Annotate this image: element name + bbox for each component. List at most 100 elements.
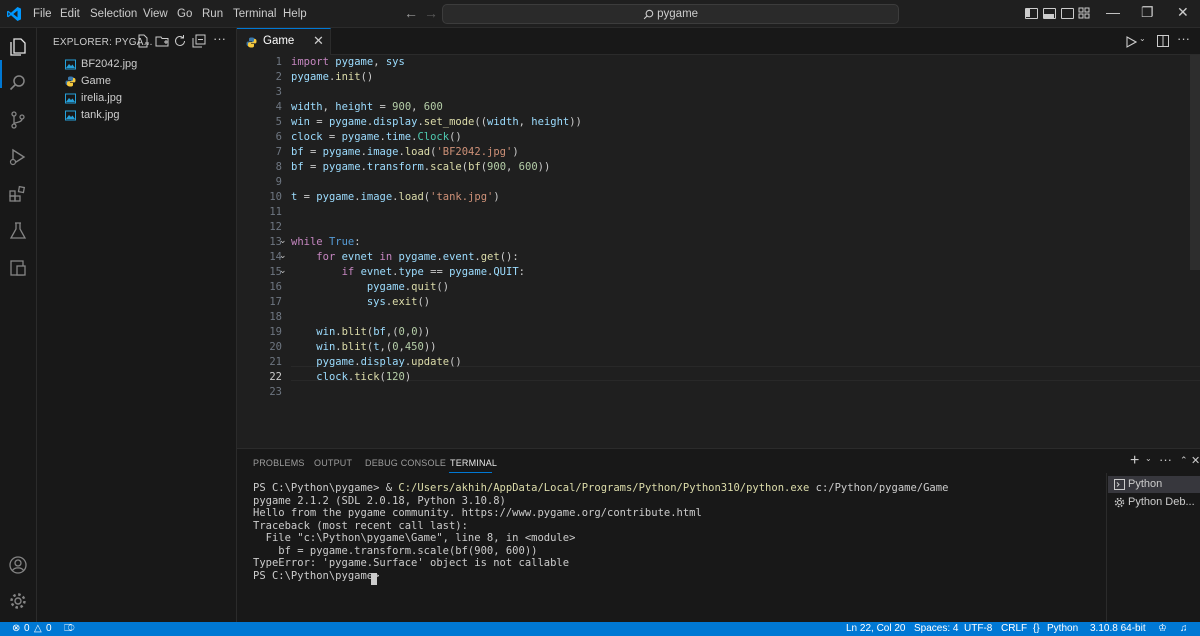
terminal-icon [1114,479,1125,490]
warning-count[interactable]: 0 [46,622,52,636]
cursor-position[interactable]: Ln 22, Col 20 [846,622,906,636]
command-center-search[interactable]: pygame [442,4,899,24]
search-icon[interactable] [8,73,28,93]
close-tab-icon[interactable]: ✕ [313,33,324,49]
refresh-icon[interactable] [173,34,187,48]
accounts-icon[interactable]: ♔ [1158,622,1167,636]
menu-file[interactable]: File [29,0,56,28]
run-debug-icon[interactable] [8,147,28,167]
menu-selection[interactable]: Selection [86,0,141,28]
maximize-panel-icon[interactable]: ⌃ [1180,455,1188,466]
terminal-line: bf = pygame.transform.scale(bf(900, 600)… [253,544,538,557]
menu-edit[interactable]: Edit [56,0,84,28]
fold-chevron-icon[interactable]: ⌄ [279,250,287,261]
run-python-file-icon[interactable] [1125,36,1137,48]
indentation[interactable]: Spaces: 4 [914,622,958,636]
menu-go[interactable]: Go [173,0,196,28]
chevron-down-icon[interactable]: ⌄ [1145,454,1152,463]
line-number: 15 [269,266,282,278]
fold-chevron-icon[interactable]: ⌄ [279,265,287,276]
file-item-game[interactable]: Game [37,73,236,90]
notifications-bell-icon[interactable]: ♫ [1180,622,1188,636]
more-actions-icon[interactable]: ··· [1159,452,1172,467]
line-number: 9 [275,176,282,188]
tab-debug-console[interactable]: DEBUG CONSOLE [365,458,446,468]
file-item-bf2042[interactable]: BF2042.jpg [37,56,236,73]
toggle-secondary-sidebar-icon[interactable] [1061,8,1074,19]
file-name: tank.jpg [81,109,120,121]
close-window-icon[interactable]: ✕ [1177,4,1189,21]
file-item-tank[interactable]: tank.jpg [37,107,236,124]
account-icon[interactable] [8,555,28,575]
line-number: 11 [269,206,282,218]
code-line: width, height = 900, 600 [291,101,443,113]
file-name: BF2042.jpg [81,58,138,70]
image-file-icon [65,59,76,70]
more-actions-icon[interactable]: ··· [1177,31,1190,46]
encoding[interactable]: UTF-8 [964,622,992,636]
terminal-line: File "c:\Python\pygame\Game", line 8, in… [253,532,576,544]
status-bar: ⊗ 0 △ 0 ⎄ Ln 22, Col 20 Spaces: 4 UTF-8 … [0,622,1200,636]
error-count[interactable]: 0 [24,622,30,636]
toggle-panel-icon[interactable] [1043,8,1056,19]
tab-problems[interactable]: PROBLEMS [253,458,305,468]
code-line: clock = pygame.time.Clock() [291,131,462,143]
warning-icon[interactable]: △ [34,622,42,636]
language-braces-icon[interactable]: {} [1033,622,1040,636]
back-arrow-icon[interactable]: ← [404,5,418,21]
file-name: irelia.jpg [81,92,122,104]
code-line: sys.exit() [366,296,431,308]
live-share-icon[interactable]: ⎄ [64,622,75,636]
error-icon[interactable]: ⊗ [12,622,20,636]
toggle-primary-sidebar-icon[interactable] [1025,8,1038,19]
extensions-icon[interactable] [8,184,28,204]
restore-icon[interactable]: ❐ [1141,4,1154,21]
menu-view[interactable]: View [139,0,172,28]
menu-terminal[interactable]: Terminal [229,0,280,28]
terminal-item-python-debug[interactable]: Python Deb... [1108,494,1200,511]
source-control-icon[interactable] [8,110,28,130]
active-indicator [0,60,2,88]
forward-arrow-icon[interactable]: → [424,5,438,21]
new-folder-icon[interactable] [155,34,169,48]
menu-run[interactable]: Run [198,0,227,28]
line-number: 14 [269,251,282,263]
code-line: t = pygame.image.load('tank.jpg') [291,191,500,203]
tab-terminal[interactable]: TERMINAL [450,458,497,468]
split-editor-icon[interactable] [1157,35,1169,47]
settings-gear-icon[interactable] [8,591,28,611]
search-label: pygame [657,8,699,20]
new-terminal-icon[interactable]: + [1130,452,1139,470]
new-file-icon[interactable] [136,34,150,48]
explorer-icon[interactable] [8,37,28,57]
code-editor[interactable]: 1 2 3 4 5 6 7 8 9 10 11 12 13 14 15 16 17 18 19 20 21 22 23 im… [237,55,1200,448]
chevron-down-icon[interactable]: ⌄ [1139,34,1146,43]
end-of-line[interactable]: CRLF [1001,622,1027,636]
code-line: pygame.display.update() [316,356,462,368]
tab-output[interactable]: OUTPUT [314,458,352,468]
terminal-line: PS C:\Python\pygame> & C:/Users/akhih/Ap… [253,482,949,494]
python-interpreter[interactable]: 3.10.8 64-bit [1090,622,1146,636]
python-file-icon [65,76,76,87]
file-name: Game [81,75,111,87]
editor-scrollbar[interactable] [1190,55,1200,270]
terminal-item-python[interactable]: Python [1108,476,1200,493]
collapse-all-icon[interactable] [192,34,206,48]
menu-help[interactable]: Help [279,0,311,28]
close-panel-icon[interactable]: ✕ [1191,454,1200,467]
terminal-name: Python Deb... [1128,496,1195,508]
remote-explorer-icon[interactable] [8,258,28,278]
line-number: 1 [275,56,282,68]
testing-flask-icon[interactable] [8,221,28,241]
python-file-icon [246,37,257,48]
language-mode[interactable]: Python [1047,622,1078,636]
fold-chevron-icon[interactable]: ⌄ [279,235,287,246]
terminal-prompt[interactable]: PS C:\Python\pygame> [253,570,386,583]
customize-layout-icon[interactable] [1078,7,1090,19]
code-line: while True: [291,236,361,248]
more-actions-icon[interactable]: ··· [213,31,226,46]
tab-game[interactable]: Game ✕ [237,28,331,55]
minimize-icon[interactable]: — [1106,4,1120,20]
title-bar: File Edit Selection View Go Run Terminal… [0,0,1200,28]
file-item-irelia[interactable]: irelia.jpg [37,90,236,107]
